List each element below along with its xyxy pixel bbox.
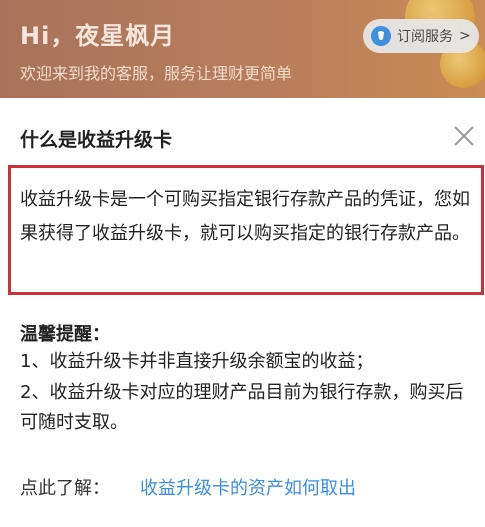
definition-text: 收益升级卡是一个可购买指定银行存款产品的凭证，您如果获得了收益升级卡，就可以购买…: [20, 189, 470, 244]
welcome-text: 欢迎来到我的客服，服务让理财更简单: [20, 64, 293, 83]
subscribe-service-button[interactable]: 订阅服务 >: [363, 19, 479, 53]
tip-item: 2、收益升级卡对应的理财产品目前为银行存款，购买后可随时支取。: [20, 382, 464, 433]
dialog-title: 什么是收益升级卡: [20, 129, 173, 151]
chevron-right-icon: >: [459, 28, 471, 44]
tip-item: 1、收益升级卡并非直接升级余额宝的收益；: [20, 351, 374, 372]
greeting-title: Hi，夜星枫月: [20, 22, 176, 50]
subscribe-label: 订阅服务: [397, 29, 453, 45]
learn-more-label: 点此了解：: [20, 478, 110, 499]
header-banner: Hi，夜星枫月 欢迎来到我的客服，服务让理财更简单 订阅服务 >: [0, 0, 485, 98]
close-icon[interactable]: [452, 124, 476, 148]
service-icon: [371, 26, 391, 46]
info-dialog: 什么是收益升级卡 收益升级卡是一个可购买指定银行存款产品的凭证，您如果获得了收益…: [0, 98, 485, 527]
asset-withdraw-link[interactable]: 收益升级卡的资产如何取出: [140, 474, 356, 500]
tips-title: 温馨提醒：: [20, 324, 110, 345]
